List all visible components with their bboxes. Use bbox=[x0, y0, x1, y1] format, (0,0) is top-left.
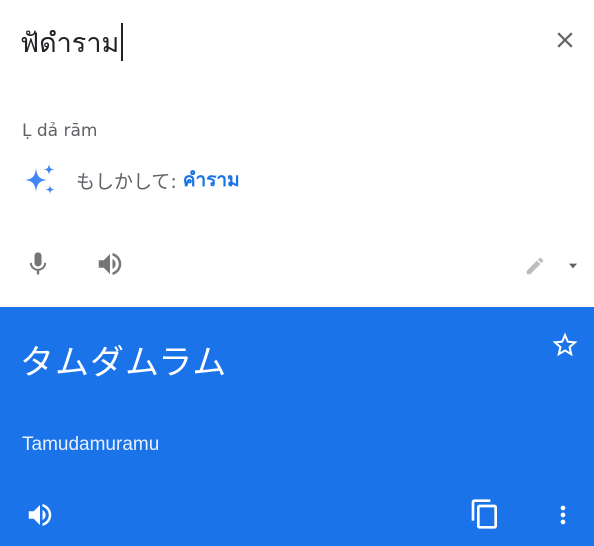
source-text[interactable]: ฟัดำราม bbox=[20, 21, 119, 64]
more-vert-icon[interactable] bbox=[549, 501, 577, 529]
more-options-button[interactable] bbox=[545, 497, 581, 533]
save-translation-button[interactable] bbox=[547, 327, 583, 363]
handwriting-button[interactable] bbox=[518, 248, 552, 284]
speaker-icon[interactable] bbox=[95, 249, 125, 279]
listen-translation-button[interactable] bbox=[22, 497, 58, 533]
source-panel: ฟัดำราม Ḷ dả rām もしかして: คำราม bbox=[0, 0, 594, 307]
translate-app: ฟัดำราม Ḷ dả rām もしかして: คำราม タムダムラム Tam… bbox=[0, 0, 594, 546]
suggestion-link[interactable]: คำราม bbox=[183, 165, 240, 195]
star-outline-icon[interactable] bbox=[550, 330, 580, 360]
source-transliteration: Ḷ dả rām bbox=[22, 121, 98, 141]
did-you-mean: もしかして: คำราม bbox=[22, 162, 240, 198]
suggestion-label: もしかして: bbox=[76, 170, 177, 193]
voice-input-button[interactable] bbox=[20, 246, 56, 282]
copy-translation-button[interactable] bbox=[467, 496, 503, 532]
translation-romanization: Tamudamuramu bbox=[22, 434, 160, 455]
speaker-icon[interactable] bbox=[25, 500, 55, 530]
dropdown-arrow-icon[interactable] bbox=[566, 259, 580, 273]
input-tools-dropdown[interactable] bbox=[560, 248, 586, 284]
pencil-icon[interactable] bbox=[524, 255, 546, 277]
clear-button[interactable] bbox=[548, 23, 582, 57]
sparkle-icon bbox=[22, 162, 58, 198]
microphone-icon[interactable] bbox=[24, 250, 52, 278]
text-caret bbox=[121, 23, 123, 61]
listen-source-button[interactable] bbox=[92, 246, 128, 282]
close-icon[interactable] bbox=[552, 27, 578, 53]
translation-text: タムダムラム bbox=[20, 343, 228, 383]
source-input[interactable]: ฟัดำราม bbox=[20, 22, 123, 62]
translation-panel: タムダムラム Tamudamuramu bbox=[0, 307, 594, 546]
copy-icon[interactable] bbox=[469, 498, 501, 530]
